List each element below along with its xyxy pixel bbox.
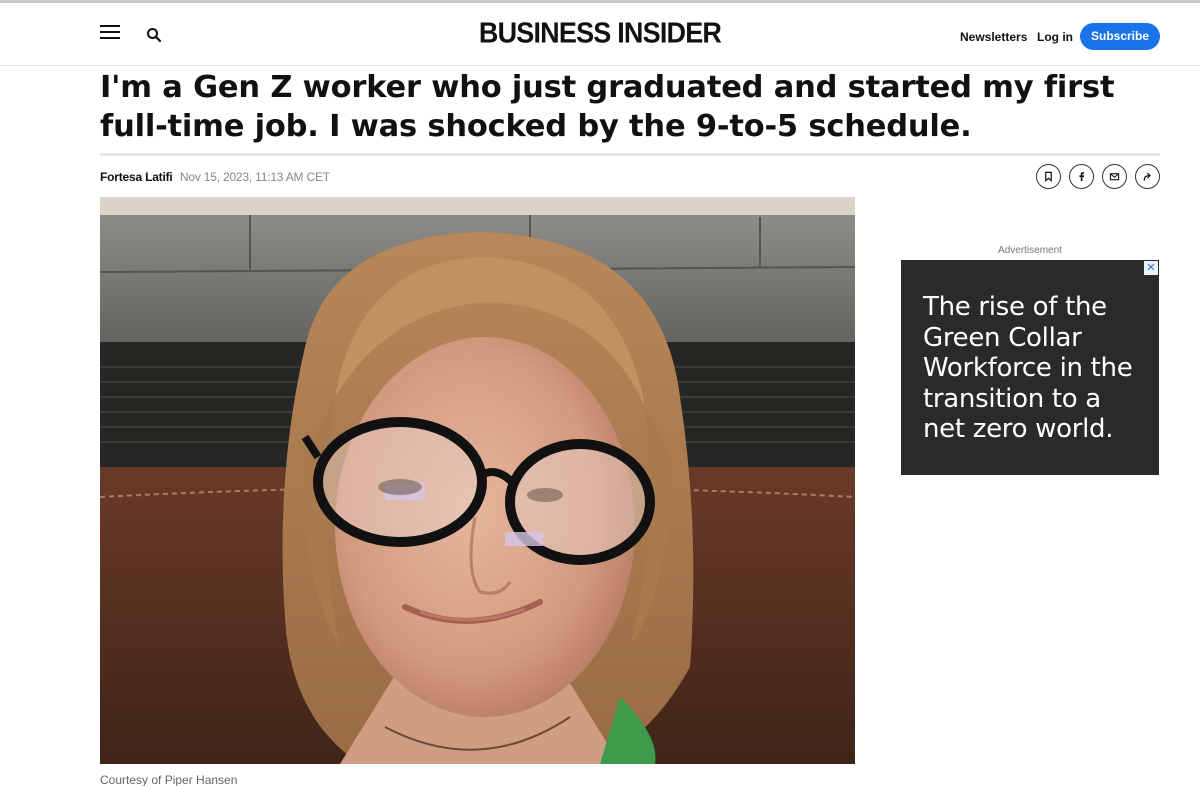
headline-divider [100,153,1160,156]
subscribe-button[interactable]: Subscribe [1080,23,1160,50]
email-icon [1109,173,1120,181]
portrait-illustration [100,197,855,764]
email-share-button[interactable] [1102,164,1127,189]
facebook-icon [1079,172,1085,182]
article-photo [100,197,855,764]
facebook-share-button[interactable] [1069,164,1094,189]
ad-headline: The rise of the Green Collar Workforce i… [923,292,1133,444]
newsletters-link[interactable]: Newsletters [960,30,1027,44]
advertisement-label: Advertisement [998,245,1062,256]
top-navigation-bar: BUSINESS INSIDER Newsletters Log in Subs… [0,0,1200,66]
share-icon [1143,172,1151,181]
share-button[interactable] [1135,164,1160,189]
author-name[interactable]: Fortesa Latifi [100,170,173,184]
byline: Fortesa Latifi Nov 15, 2023, 11:13 AM CE… [100,170,330,184]
bookmark-button[interactable] [1036,164,1061,189]
article-headline: I'm a Gen Z worker who just graduated an… [100,70,1115,144]
ad-close-icon[interactable]: ✕ [1144,261,1158,275]
image-caption: Courtesy of Piper Hansen [100,773,238,786]
login-link[interactable]: Log in [1037,30,1073,44]
publish-date: Nov 15, 2023, 11:13 AM CET [179,170,330,184]
bookmark-icon [1045,171,1052,182]
advertisement-banner[interactable]: The rise of the Green Collar Workforce i… [901,260,1159,475]
